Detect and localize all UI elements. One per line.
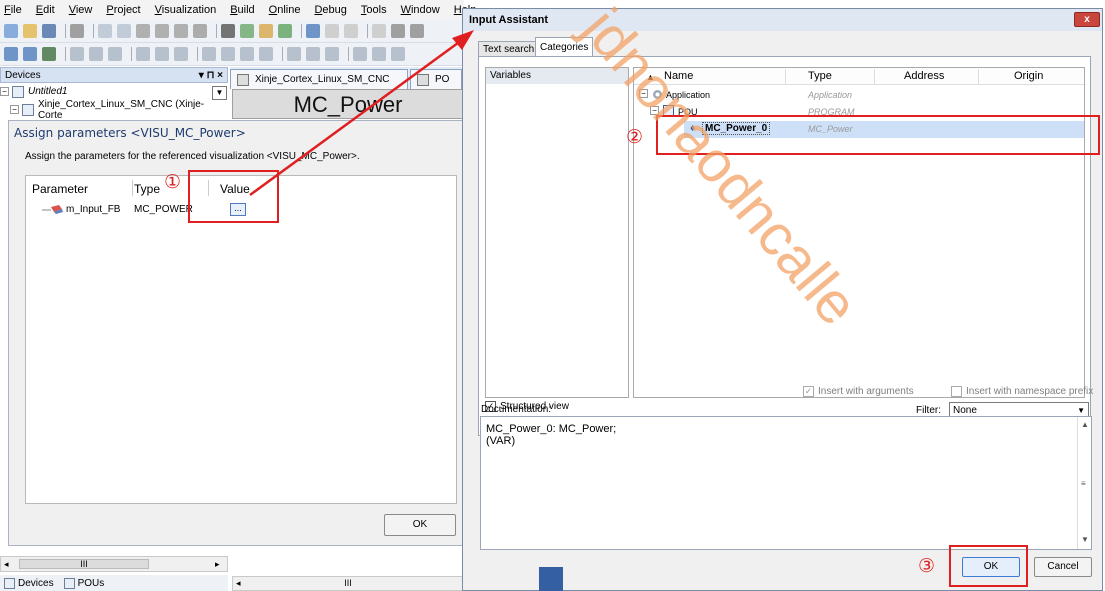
annotation-arrow [249, 30, 474, 197]
